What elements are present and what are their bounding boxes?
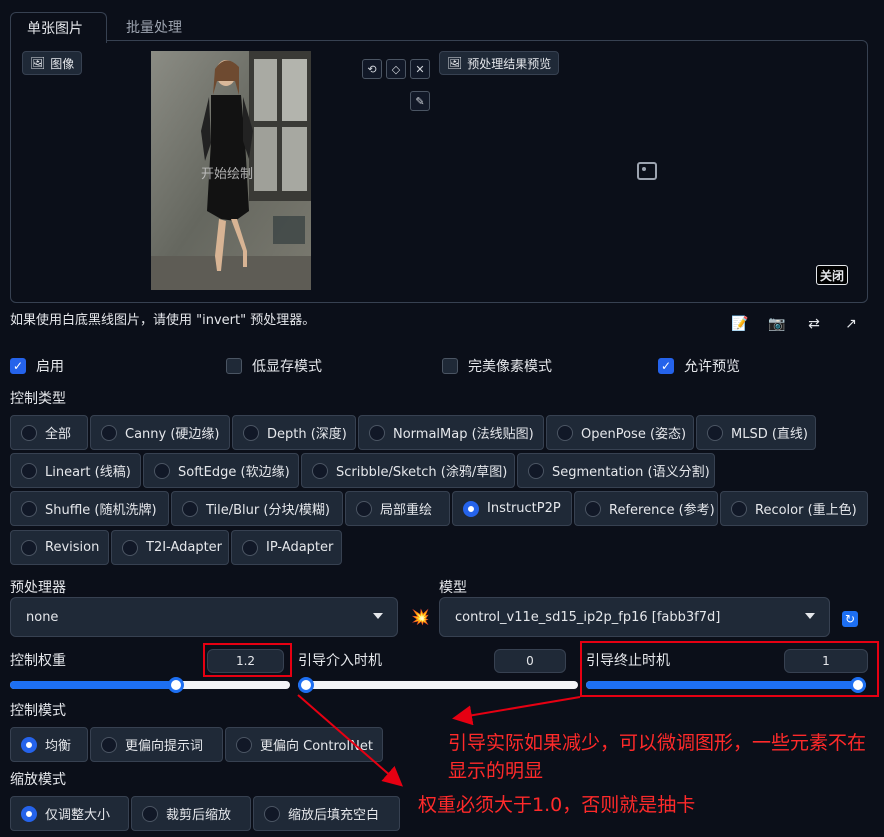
weight-annotation: 权重必须大于1.0，否则就是抽卡	[418, 794, 696, 816]
guidance-annotation: 引导实际如果减少，可以微调图形，一些元素不在显示的明显	[448, 732, 867, 782]
weight-annotation-arrow	[297, 694, 404, 787]
tab-single-image[interactable]: 单张图片	[10, 12, 107, 43]
guidance-annotation-arrow	[452, 696, 581, 726]
annotation-arrows	[297, 694, 581, 787]
